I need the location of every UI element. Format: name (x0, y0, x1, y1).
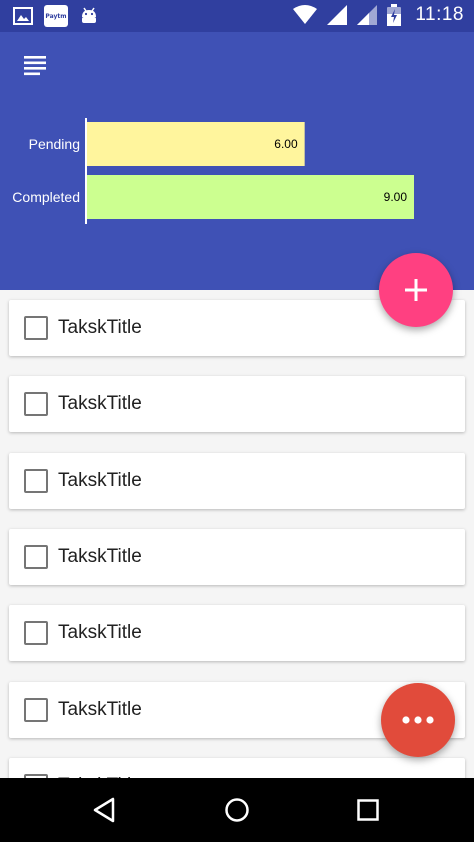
task-checkbox[interactable] (24, 621, 48, 646)
more-options-button[interactable] (381, 683, 455, 757)
clock: 11:18 (415, 4, 464, 25)
plus-icon (405, 279, 427, 301)
task-card[interactable]: TakskTitle (9, 452, 465, 509)
task-checkbox[interactable] (24, 544, 48, 569)
app-header: Pending 6.00 Completed 9.00 (0, 32, 474, 290)
task-title: TakskTitle (58, 469, 142, 491)
bar-completed (87, 175, 414, 219)
task-checkbox[interactable] (24, 697, 48, 722)
category-label: Completed (12, 189, 80, 205)
notification-icons: Paytm (12, 5, 100, 27)
signal-icon (327, 5, 348, 25)
task-checkbox[interactable] (24, 316, 48, 340)
signal-icon (357, 5, 378, 25)
value-label: 6.00 (274, 137, 298, 151)
task-title: TakskTitle (58, 545, 142, 567)
home-icon (225, 798, 249, 822)
back-icon (93, 797, 115, 823)
system-icons: 11:18 (293, 4, 464, 26)
task-checkbox[interactable] (24, 468, 48, 493)
android-icon (78, 5, 100, 27)
image-icon (12, 5, 34, 27)
task-card[interactable]: TakskTitle (9, 605, 465, 662)
add-task-button[interactable] (379, 253, 453, 327)
menu-button[interactable] (24, 56, 50, 80)
task-title: TakskTitle (58, 622, 142, 644)
status-bar: Paytm 11:18 (0, 0, 474, 32)
navigation-bar (0, 778, 474, 842)
task-title: TakskTitle (58, 698, 142, 720)
more-horizontal-icon (402, 716, 434, 724)
back-button[interactable] (86, 792, 122, 828)
task-card[interactable]: TakskTitle (9, 528, 465, 585)
paytm-icon: Paytm (44, 5, 68, 27)
wifi-icon (293, 5, 318, 24)
task-title: TakskTitle (58, 317, 142, 338)
recents-button[interactable] (350, 792, 386, 828)
value-label: 9.00 (384, 190, 408, 204)
task-checkbox[interactable] (24, 392, 48, 417)
menu-icon (24, 56, 46, 76)
battery-icon (387, 4, 402, 26)
home-button[interactable] (219, 792, 255, 828)
task-status-chart: Pending 6.00 Completed 9.00 (12, 118, 414, 224)
recents-icon (357, 799, 379, 821)
task-card[interactable]: TakskTitle (9, 757, 465, 778)
bar-pending (87, 122, 305, 166)
task-title: TakskTitle (58, 393, 142, 415)
task-card[interactable]: TakskTitle (9, 376, 465, 433)
category-label: Pending (29, 136, 80, 152)
